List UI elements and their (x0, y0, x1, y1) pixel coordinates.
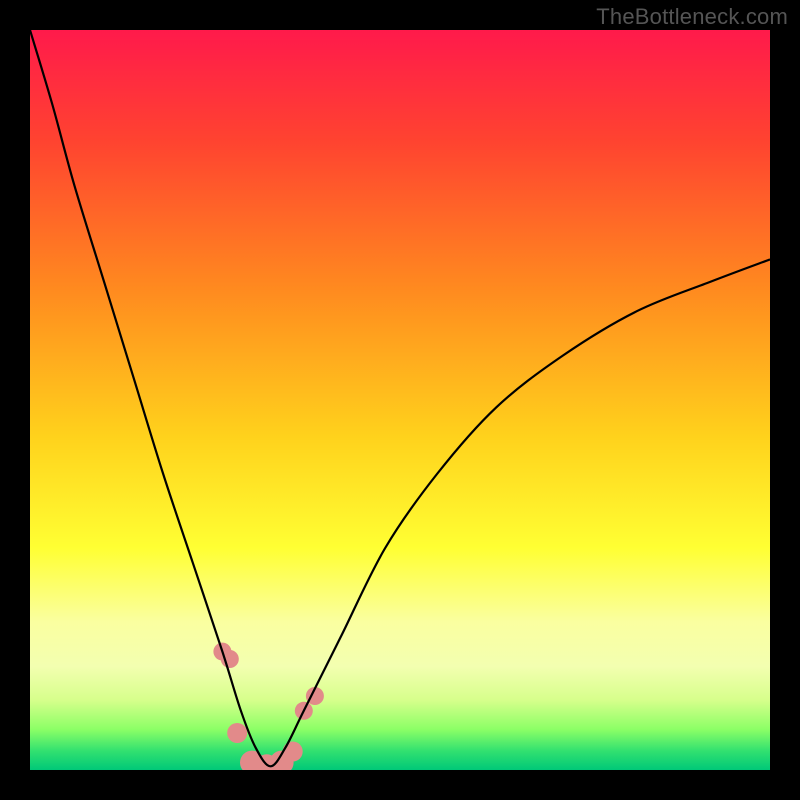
plot-area (30, 30, 770, 770)
chart-frame: TheBottleneck.com (0, 0, 800, 800)
watermark-text: TheBottleneck.com (596, 4, 788, 30)
heat-gradient-background (30, 30, 770, 770)
